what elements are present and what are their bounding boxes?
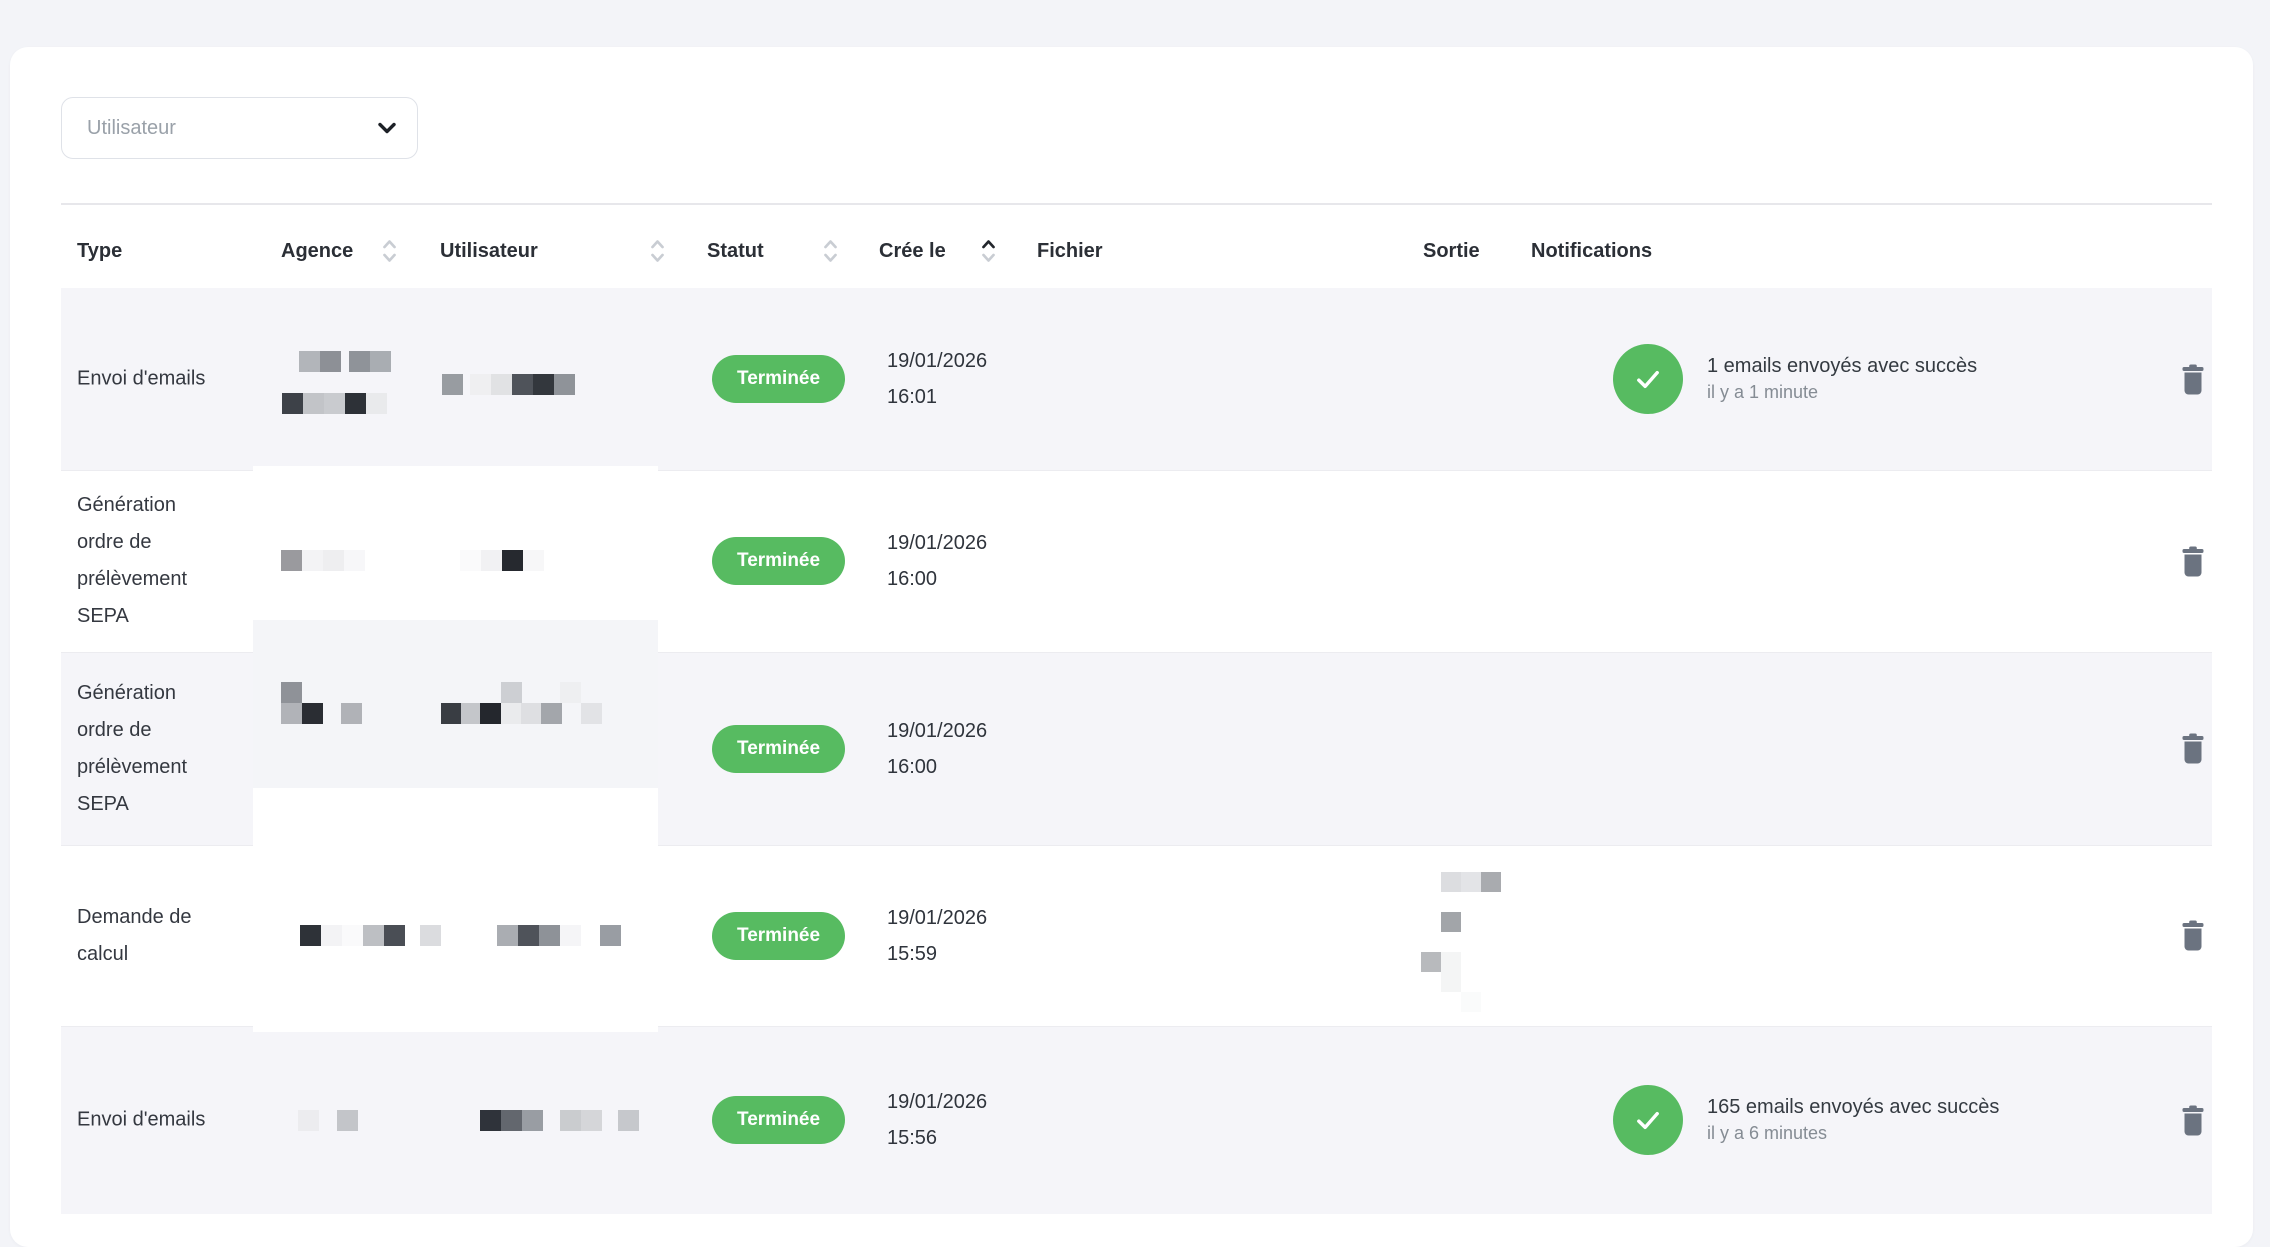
column-header-type: Type [77, 210, 122, 292]
table-row: Demande de calcul Terminée 19/01/202615:59 [61, 845, 2212, 1026]
cell-created-at: 19/01/202616:00 [887, 713, 987, 785]
column-header-cr-e-le[interactable]: Crée le [879, 210, 946, 292]
status-badge: Terminée [712, 912, 845, 960]
sort-icon[interactable] [822, 210, 839, 292]
delete-task-button[interactable] [2178, 732, 2208, 766]
created-time: 15:56 [887, 1120, 987, 1156]
notification-ago: il y a 6 minutes [1707, 1121, 1999, 1146]
created-time: 15:59 [887, 936, 987, 972]
table-row: Génération ordre de prélèvement SEPA Term… [61, 652, 2212, 845]
cell-created-at: 19/01/202616:00 [887, 525, 987, 597]
cell-created-at: 19/01/202615:59 [887, 900, 987, 972]
created-time: 16:01 [887, 379, 987, 415]
column-header-label: Sortie [1423, 240, 1480, 263]
column-header-label: Statut [707, 240, 764, 263]
sort-icon[interactable] [381, 210, 398, 292]
notification-text: 1 emails envoyés avec succèsil y a 1 min… [1707, 353, 1977, 405]
cell-type: Envoi d'emails [77, 1102, 227, 1139]
row-separator [61, 1026, 2212, 1027]
column-header-statut[interactable]: Statut [707, 210, 764, 292]
sort-icon[interactable] [980, 210, 997, 292]
row-separator [61, 470, 2212, 471]
created-time: 16:00 [887, 561, 987, 597]
column-header-label: Notifications [1531, 240, 1652, 263]
column-header-label: Utilisateur [440, 240, 538, 263]
row-separator [61, 845, 2212, 846]
column-header-label: Type [77, 240, 122, 263]
delete-task-button[interactable] [2178, 919, 2208, 953]
cell-type: Demande de calcul [77, 899, 227, 973]
created-date: 19/01/2026 [887, 525, 987, 561]
created-date: 19/01/2026 [887, 1084, 987, 1120]
success-check-icon [1613, 344, 1683, 414]
column-header-fichier: Fichier [1037, 210, 1103, 292]
notification-text: 165 emails envoyés avec succèsil y a 6 m… [1707, 1094, 1999, 1146]
row-separator [61, 652, 2212, 653]
cell-created-at: 19/01/202616:01 [887, 343, 987, 415]
column-header-agence[interactable]: Agence [281, 210, 353, 292]
column-header-label: Crée le [879, 240, 946, 263]
delete-task-button[interactable] [2178, 1103, 2208, 1137]
created-date: 19/01/2026 [887, 900, 987, 936]
status-badge: Terminée [712, 537, 845, 585]
user-filter-dropdown[interactable]: Utilisateur [61, 97, 418, 159]
column-header-sortie: Sortie [1423, 210, 1480, 292]
column-header-label: Agence [281, 240, 353, 263]
sort-icon[interactable] [649, 210, 666, 292]
status-badge: Terminée [712, 725, 845, 773]
cell-type: Génération ordre de prélèvement SEPA [77, 487, 227, 635]
table-row: Envoi d'emails Terminée 19/01/202616:01 1 … [61, 288, 2212, 470]
column-header-utilisateur[interactable]: Utilisateur [440, 210, 538, 292]
delete-task-button[interactable] [2178, 544, 2208, 578]
page: Utilisateur Type Agence Utilisateur Statu… [0, 0, 2270, 1214]
column-header-label: Fichier [1037, 240, 1103, 263]
table-top-divider [61, 203, 2212, 205]
created-time: 16:00 [887, 749, 987, 785]
table-row: Génération ordre de prélèvement SEPA Term… [61, 470, 2212, 652]
column-header-notifications: Notifications [1531, 210, 1652, 292]
cell-type: Génération ordre de prélèvement SEPA [77, 675, 227, 823]
notification-message: 1 emails envoyés avec succès [1707, 353, 1977, 380]
notification-ago: il y a 1 minute [1707, 380, 1977, 405]
status-badge: Terminée [712, 1096, 845, 1144]
cell-type: Envoi d'emails [77, 361, 227, 398]
chevron-down-icon [377, 121, 397, 135]
user-filter-value: Utilisateur [87, 117, 377, 140]
table-row: Envoi d'emails Terminée 19/01/202615:56 16… [61, 1026, 2212, 1214]
status-badge: Terminée [712, 355, 845, 403]
created-date: 19/01/2026 [887, 713, 987, 749]
created-date: 19/01/2026 [887, 343, 987, 379]
cell-created-at: 19/01/202615:56 [887, 1084, 987, 1156]
delete-task-button[interactable] [2178, 362, 2208, 396]
notification-message: 165 emails envoyés avec succès [1707, 1094, 1999, 1121]
success-check-icon [1613, 1085, 1683, 1155]
